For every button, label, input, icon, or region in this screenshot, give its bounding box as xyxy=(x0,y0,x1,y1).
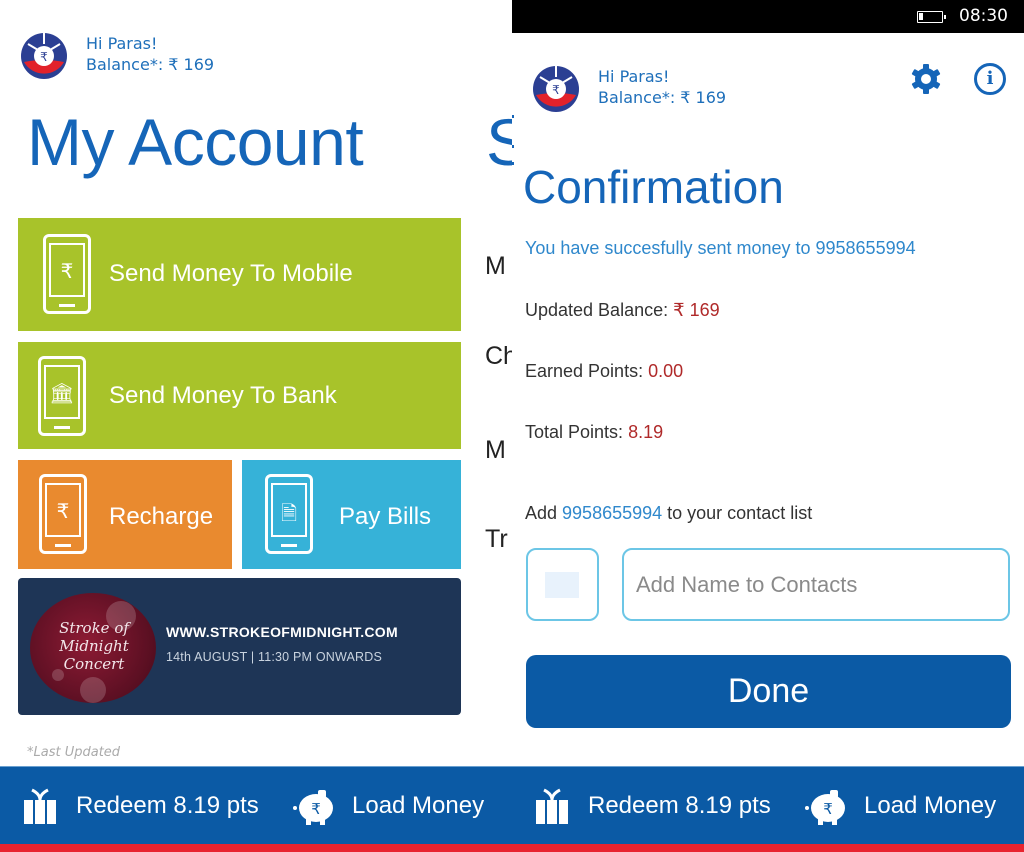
accent-strip xyxy=(0,844,512,852)
load-money-label: Load Money xyxy=(352,792,485,819)
next-pivot-title-peek[interactable]: S xyxy=(486,104,512,180)
add-contact-prompt: Add 9958655994 to your contact list xyxy=(525,503,813,523)
detail-label: Total Points: xyxy=(525,422,629,442)
load-money-label: Load Money xyxy=(864,792,997,819)
gift-icon xyxy=(24,788,56,824)
svg-text:₹: ₹ xyxy=(823,800,833,818)
send-money-to-bank-tile[interactable]: 🏛 Send Money To Bank xyxy=(18,342,461,449)
detail-value: 0.00 xyxy=(648,361,684,381)
updated-balance-row: Updated Balance: ₹ 169 xyxy=(525,300,720,321)
total-points-row: Total Points: 8.19 xyxy=(525,422,663,443)
concert-logo: Stroke of Midnight Concert xyxy=(30,593,156,703)
next-pivot-item-peek: M xyxy=(485,436,506,464)
earned-points-row: Earned Points: 0.00 xyxy=(525,361,683,382)
app-bar: Redeem 8.19 pts ₹ Load Money xyxy=(0,766,512,844)
last-updated-note: *Last Updated xyxy=(27,745,121,760)
detail-label: Earned Points: xyxy=(525,361,649,381)
piggy-bank-icon: ₹ xyxy=(805,790,845,825)
confirmation-screen: 08:30 ₹ Hi Paras! Balance*: ₹ 169 i Conf… xyxy=(512,0,1024,852)
page-title: Confirmation xyxy=(523,161,784,213)
svg-text:₹: ₹ xyxy=(552,83,560,97)
redeem-points-button[interactable]: Redeem 8.19 pts xyxy=(534,767,771,845)
done-button[interactable]: Done xyxy=(526,655,1011,728)
load-money-button[interactable]: ₹ Load Money xyxy=(292,767,484,845)
pay-bills-tile[interactable]: 🗎 Pay Bills xyxy=(242,460,461,569)
load-money-button[interactable]: ₹ Load Money xyxy=(804,767,996,845)
next-pivot-item-peek: Ch xyxy=(485,342,512,370)
tile-label: Send Money To Bank xyxy=(109,382,337,409)
next-pivot-item-peek: Tr xyxy=(485,525,508,553)
status-time: 08:30 xyxy=(959,6,1008,26)
success-message: You have succesfully sent money to 99586… xyxy=(525,238,916,258)
send-money-to-mobile-tile[interactable]: ₹ Send Money To Mobile xyxy=(18,218,461,331)
add-contact-checkbox[interactable] xyxy=(526,548,599,621)
edge-indicator xyxy=(512,145,514,148)
banner-url: WWW.STROKEOFMIDNIGHT.COM xyxy=(166,624,398,640)
edge-indicator xyxy=(512,162,514,165)
redeem-label: Redeem 8.19 pts xyxy=(588,792,771,819)
balance-text: Balance*: ₹ 169 xyxy=(86,55,215,74)
tile-label: Pay Bills xyxy=(339,503,432,530)
app-logo-icon: ₹ xyxy=(21,33,67,79)
contact-number: 9958655994 xyxy=(562,503,663,523)
my-account-screen: ₹ Hi Paras! Balance*: ₹ 169 My Account S… xyxy=(0,0,512,852)
app-bar: Redeem 8.19 pts ₹ Load Money xyxy=(512,766,1024,844)
piggy-bank-icon: ₹ xyxy=(293,790,333,825)
settings-gear-icon[interactable] xyxy=(910,63,942,95)
page-title[interactable]: My Account xyxy=(27,104,364,180)
redeem-points-button[interactable]: Redeem 8.19 pts xyxy=(22,767,259,845)
edge-indicator xyxy=(512,115,514,118)
tile-label: Send Money To Mobile xyxy=(109,260,353,287)
bank-phone-icon: 🏛 xyxy=(38,356,86,436)
banner-date: 14th AUGUST | 11:30 PM ONWARDS xyxy=(166,650,383,664)
battery-rupee-phone-icon: ₹ xyxy=(39,474,87,554)
info-icon[interactable]: i xyxy=(974,63,1006,95)
next-pivot-item-peek: M xyxy=(485,252,506,280)
accent-strip xyxy=(512,844,1024,852)
balance-text: Balance*: ₹ 169 xyxy=(598,88,727,107)
tile-label: Recharge xyxy=(109,503,214,530)
status-bar: 08:30 xyxy=(512,0,1024,33)
recharge-tile[interactable]: ₹ Recharge xyxy=(18,460,232,569)
svg-text:₹: ₹ xyxy=(311,800,321,818)
rupee-transfer-phone-icon: ₹ xyxy=(43,234,91,314)
greeting-text: Hi Paras! xyxy=(598,67,670,86)
app-logo-icon: ₹ xyxy=(533,66,579,112)
redeem-label: Redeem 8.19 pts xyxy=(76,792,259,819)
greeting-text: Hi Paras! xyxy=(86,34,158,53)
detail-value: 8.19 xyxy=(628,422,664,442)
detail-label: Updated Balance: xyxy=(525,300,674,320)
promo-banner[interactable]: Stroke of Midnight Concert WWW.STROKEOFM… xyxy=(18,578,461,715)
detail-value: ₹ 169 xyxy=(673,300,720,320)
bill-phone-icon: 🗎 xyxy=(265,474,313,554)
contact-name-input[interactable] xyxy=(622,548,1010,621)
gift-icon xyxy=(536,788,568,824)
battery-icon xyxy=(917,11,946,23)
svg-text:₹: ₹ xyxy=(40,50,48,64)
